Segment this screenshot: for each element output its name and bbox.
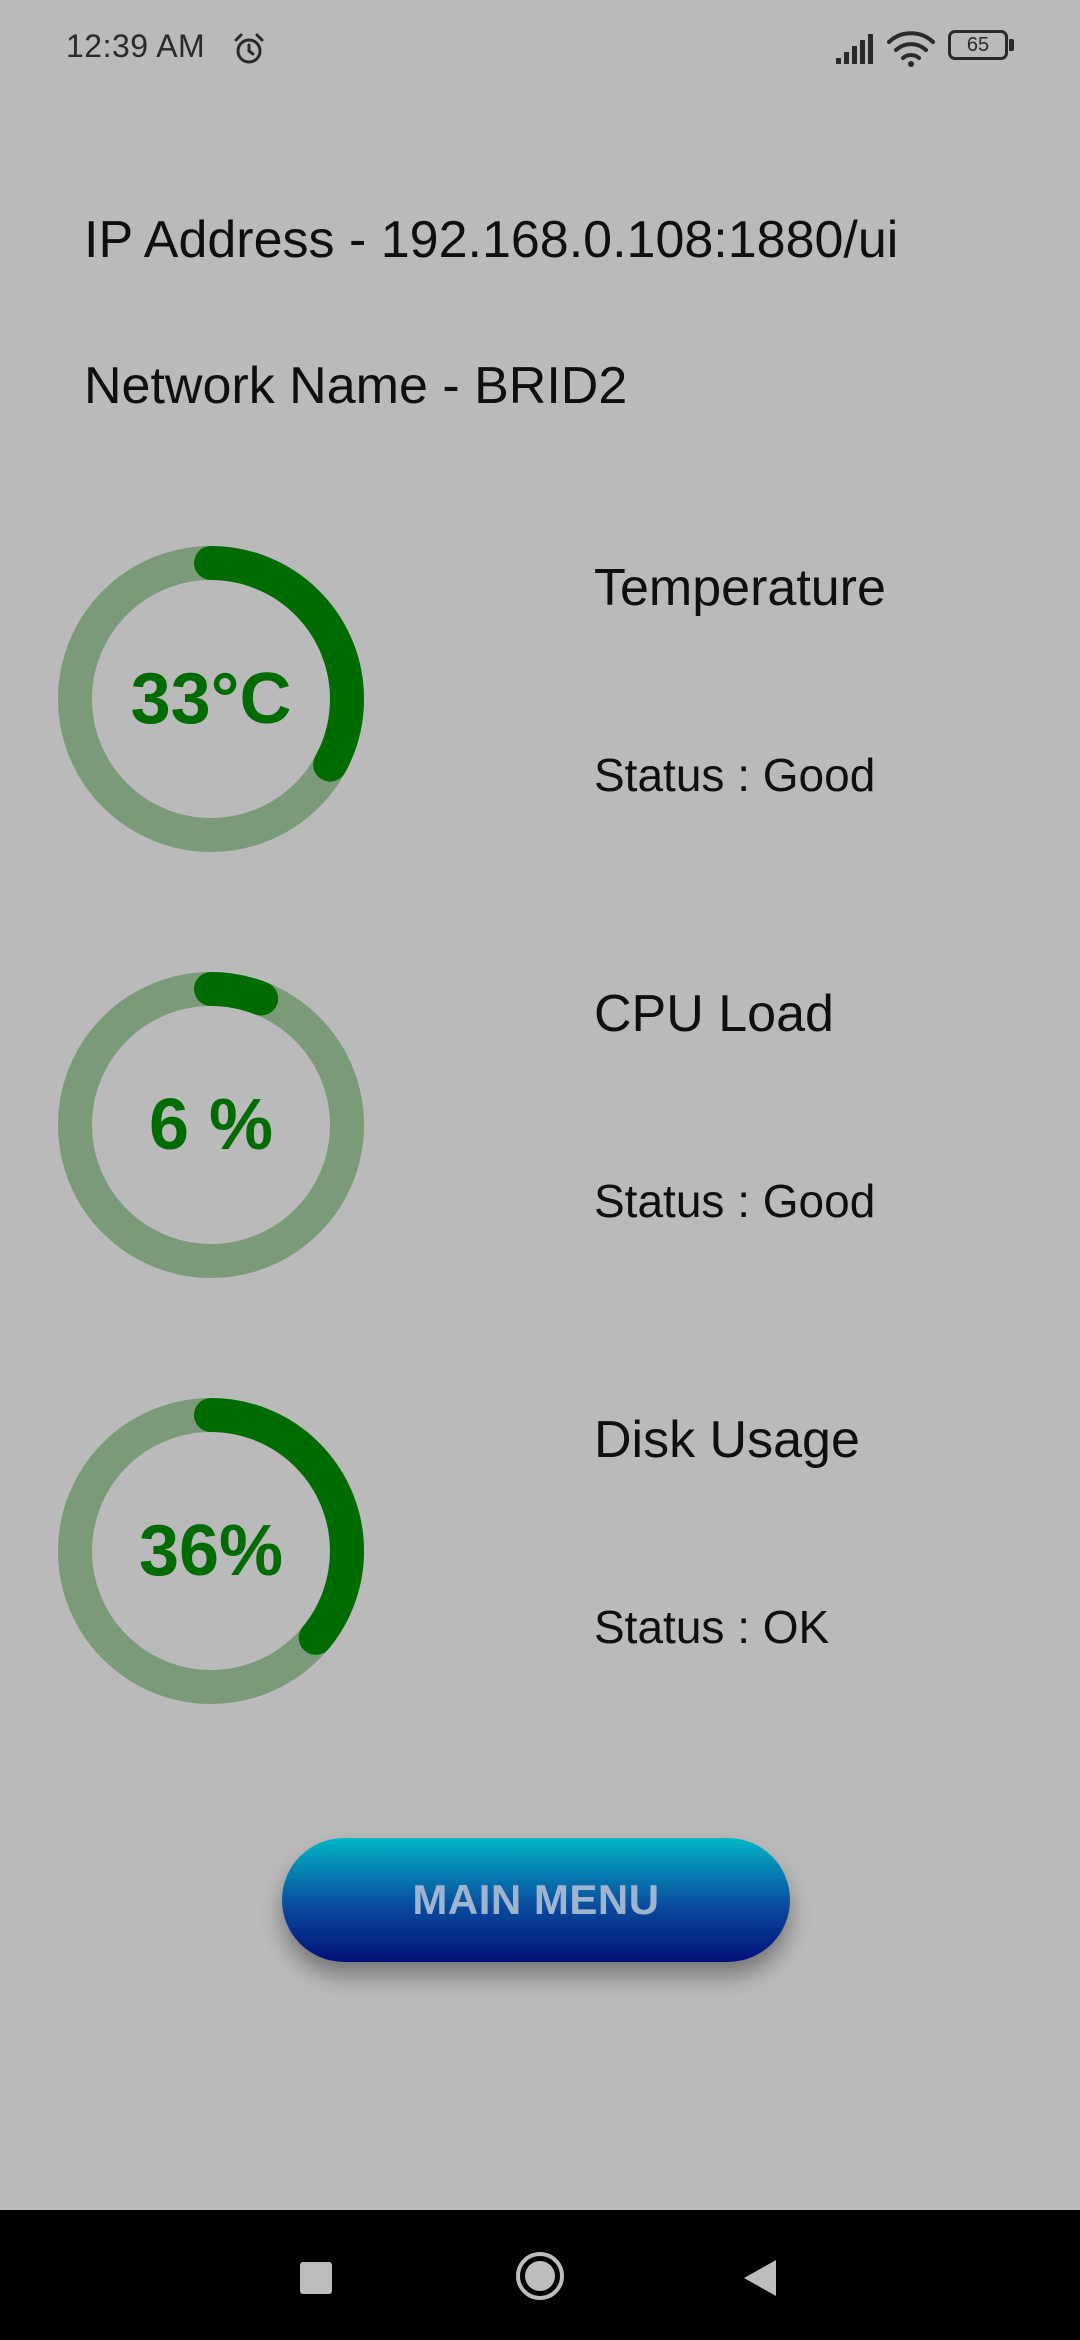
disk-usage-status: Status : OK xyxy=(594,1601,830,1653)
network-name-label: Network Name - BRID2 xyxy=(84,357,628,415)
home-icon[interactable] xyxy=(514,2250,566,2302)
temperature-title: Temperature xyxy=(594,559,886,617)
disk-usage-value: 36% xyxy=(138,1511,284,1591)
temperature-gauge: 33°C xyxy=(58,546,364,852)
disk-usage-title: Disk Usage xyxy=(594,1411,860,1469)
wifi-icon xyxy=(887,31,935,67)
ip-address-label: IP Address - 192.168.0.108:1880/ui xyxy=(84,211,899,269)
battery-tip xyxy=(1009,39,1014,51)
battery-icon: 65 xyxy=(948,30,1018,66)
disk-usage-gauge: 36% xyxy=(58,1398,364,1704)
signal-icon xyxy=(836,34,873,64)
temperature-value: 33°C xyxy=(130,659,292,739)
back-icon[interactable] xyxy=(742,2258,778,2298)
main-menu-button[interactable]: MAIN MENU xyxy=(282,1838,790,1962)
cpu-load-value: 6 % xyxy=(148,1085,274,1165)
status-time: 12:39 AM xyxy=(66,28,206,64)
status-bar: 12:39 AM 65 xyxy=(0,0,1080,100)
cpu-load-title: CPU Load xyxy=(594,985,834,1043)
cpu-load-status: Status : Good xyxy=(594,1175,876,1227)
alarm-icon xyxy=(234,33,264,64)
cpu-load-gauge: 6 % xyxy=(58,972,364,1278)
battery-level: 65 xyxy=(948,30,1008,60)
recent-apps-icon[interactable] xyxy=(300,2262,332,2294)
temperature-status: Status : Good xyxy=(594,749,876,801)
